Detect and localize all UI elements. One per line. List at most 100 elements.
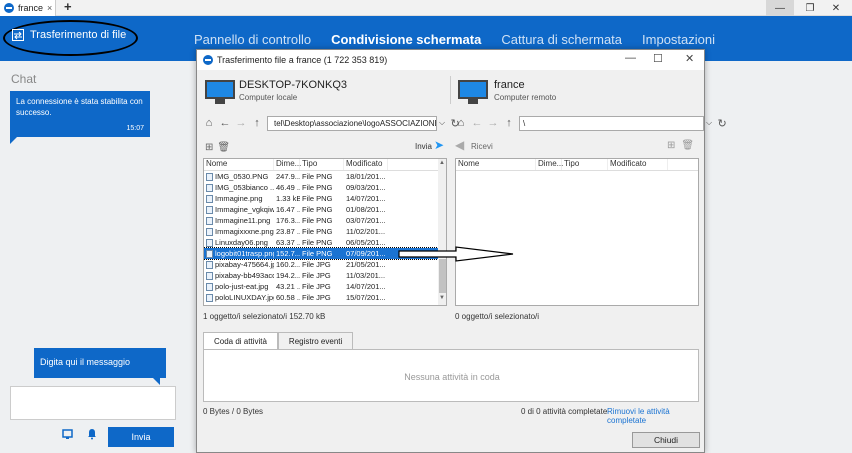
file-icon: [206, 195, 213, 204]
main-nav: Pannello di controllo Condivisione scher…: [194, 32, 715, 47]
chevron-down-icon[interactable]: ⌵: [439, 118, 445, 128]
file-icon: [206, 250, 213, 259]
file-size: 63.37 ...: [276, 238, 300, 247]
close-window-button[interactable]: ✕: [822, 0, 850, 16]
file-modified: 21/05/201...: [346, 260, 386, 269]
file-type: File PNG: [302, 238, 333, 247]
back-icon[interactable]: ←: [471, 117, 483, 129]
file-modified: 09/03/201...: [346, 183, 386, 192]
file-row[interactable]: poloLINUXDAY.jpg60.58 ...File JPG 15/07/2…: [204, 292, 446, 303]
back-icon[interactable]: ←: [219, 117, 231, 129]
completed-status: 0 di 0 attività completate: [521, 407, 608, 416]
column-type[interactable]: Tipo: [562, 159, 608, 170]
scrollbar[interactable]: ▲ ▼: [438, 159, 446, 305]
file-name-text: Linuxday06.png: [215, 238, 268, 247]
file-row[interactable]: IMG_053bianco ...46.49 ...File PNG 09/03/…: [204, 182, 446, 193]
send-files-label[interactable]: Invia: [415, 142, 432, 151]
message-input[interactable]: [10, 386, 176, 420]
send-arrow-icon[interactable]: ➤: [434, 138, 444, 152]
file-name: IMG_0530.PNG: [204, 171, 274, 182]
column-name[interactable]: Nome: [456, 159, 536, 170]
close-button[interactable]: Chiudi: [632, 432, 700, 448]
minimize-button[interactable]: —: [766, 0, 794, 16]
file-row[interactable]: IMG_0530.PNG 247.9... File PNG 18/01/201...: [204, 171, 446, 182]
teamviewer-icon: [203, 55, 213, 65]
dialog-maximize-button[interactable]: ☐: [653, 52, 663, 65]
annotation-arrow: [398, 246, 514, 262]
tab-screen-sharing[interactable]: Condivisione schermata: [331, 32, 481, 47]
remote-path-input[interactable]: \: [519, 115, 704, 131]
file-row[interactable]: Immagine.png 1.33 kB File PNG 14/07/201...: [204, 193, 446, 204]
close-tab-icon[interactable]: ×: [47, 3, 52, 13]
remote-file-list[interactable]: Nome Dime... Tipo Modificato: [455, 158, 699, 306]
file-modified: 14/07/201...: [346, 194, 386, 203]
file-name-text: polo-just-eat.jpg: [215, 282, 269, 291]
scroll-thumb[interactable]: [439, 259, 446, 293]
delete-icon[interactable]: 🗑: [217, 142, 230, 153]
screen-share-icon[interactable]: [62, 428, 74, 440]
send-button[interactable]: Invia: [108, 427, 174, 447]
file-transfer-title[interactable]: Trasferimento di file: [12, 29, 126, 41]
column-size[interactable]: Dime...: [536, 159, 563, 170]
tab-control-panel[interactable]: Pannello di controllo: [194, 32, 311, 47]
column-type[interactable]: Tipo: [300, 159, 344, 170]
column-size[interactable]: Dime...: [274, 159, 301, 170]
bell-icon[interactable]: [86, 428, 98, 440]
tab-event-log[interactable]: Registro eventi: [277, 332, 354, 350]
new-folder-icon[interactable]: ⊞: [205, 142, 213, 153]
column-modified[interactable]: Modificato: [608, 159, 668, 170]
chevron-down-icon[interactable]: ⌵: [706, 118, 712, 128]
local-file-list[interactable]: Nome Dime... Tipo Modificato IMG_0530.PN…: [203, 158, 447, 306]
file-row[interactable]: polo-just-eat.jpg 43.21 ...File JPG 14/07/…: [204, 281, 446, 292]
up-icon[interactable]: ↑: [251, 117, 263, 129]
add-tab-button[interactable]: +: [64, 0, 72, 14]
tab-settings[interactable]: Impostazioni: [642, 32, 715, 47]
scroll-arrow-icon[interactable]: ▲: [439, 160, 445, 166]
file-type: File PNG: [302, 172, 333, 181]
teamviewer-icon: [4, 3, 14, 13]
receive-files-label[interactable]: Ricevi: [471, 142, 493, 151]
remove-completed-link[interactable]: Rimuovi le attività completate: [607, 407, 704, 425]
scroll-arrow-icon[interactable]: ▼: [439, 295, 445, 301]
column-modified[interactable]: Modificato: [344, 159, 388, 170]
delete-icon[interactable]: 🗑: [681, 140, 694, 151]
dialog-close-button[interactable]: ✕: [685, 52, 694, 65]
file-row[interactable]: Immagine11.png 176.3... File PNG 03/07/201.…: [204, 215, 446, 226]
home-icon[interactable]: ⌂: [203, 117, 215, 129]
tab-france[interactable]: france ×: [0, 0, 56, 16]
file-size: 194.2...: [276, 271, 300, 280]
local-path-input[interactable]: tel\Desktop\associazione\logoASSOCIAZION…: [267, 115, 437, 131]
chat-message: La connessione è stata stabilita con suc…: [10, 91, 150, 144]
file-name-text: pixabay-bb493acd...: [215, 271, 274, 280]
maximize-button[interactable]: ❐: [796, 0, 824, 16]
file-row[interactable]: pixabay-bb493acd...194.2...File JPG 11/03…: [204, 270, 446, 281]
file-list-header: Nome Dime... Tipo Modificato: [204, 159, 446, 171]
refresh-icon[interactable]: ↻: [716, 117, 728, 130]
local-computer-name: DESKTOP-7KONKQ3: [239, 79, 347, 91]
dialog-minimize-button[interactable]: —: [625, 52, 636, 64]
file-name: Linuxday06.png: [204, 237, 274, 248]
tab-screenshot[interactable]: Cattura di schermata: [501, 32, 622, 47]
file-modified: 11/02/201...: [346, 227, 386, 236]
chat-message-text: La connessione è stata stabilita con suc…: [16, 97, 143, 117]
column-name[interactable]: Nome: [204, 159, 274, 170]
forward-icon[interactable]: →: [235, 117, 247, 129]
file-list-header: Nome Dime... Tipo Modificato: [456, 159, 698, 171]
forward-icon[interactable]: →: [487, 117, 499, 129]
file-icon: [206, 217, 213, 226]
file-row[interactable]: Immagixxxne.png23.87 ...File PNG 11/02/20…: [204, 226, 446, 237]
up-icon[interactable]: ↑: [503, 117, 515, 129]
file-size: 160.2...: [276, 260, 300, 269]
file-size: 23.87 ...: [276, 227, 300, 236]
new-folder-icon[interactable]: ⊞: [667, 140, 675, 151]
file-name: poloLINUXDAY.jpg: [204, 292, 274, 303]
bytes-status: 0 Bytes / 0 Bytes: [203, 407, 264, 416]
tab-activity-queue[interactable]: Coda di attività: [203, 332, 278, 350]
home-icon[interactable]: ⌂: [455, 117, 467, 129]
file-icon: [206, 272, 213, 281]
file-modified: 07/09/201...: [346, 249, 386, 258]
file-row[interactable]: Immagine_vgkqiw...16.47 ...File PNG 01/08…: [204, 204, 446, 215]
file-icon: [206, 184, 213, 193]
receive-arrow-icon[interactable]: ◀: [455, 138, 464, 152]
file-name: Immagine_vgkqiw...: [204, 204, 274, 215]
